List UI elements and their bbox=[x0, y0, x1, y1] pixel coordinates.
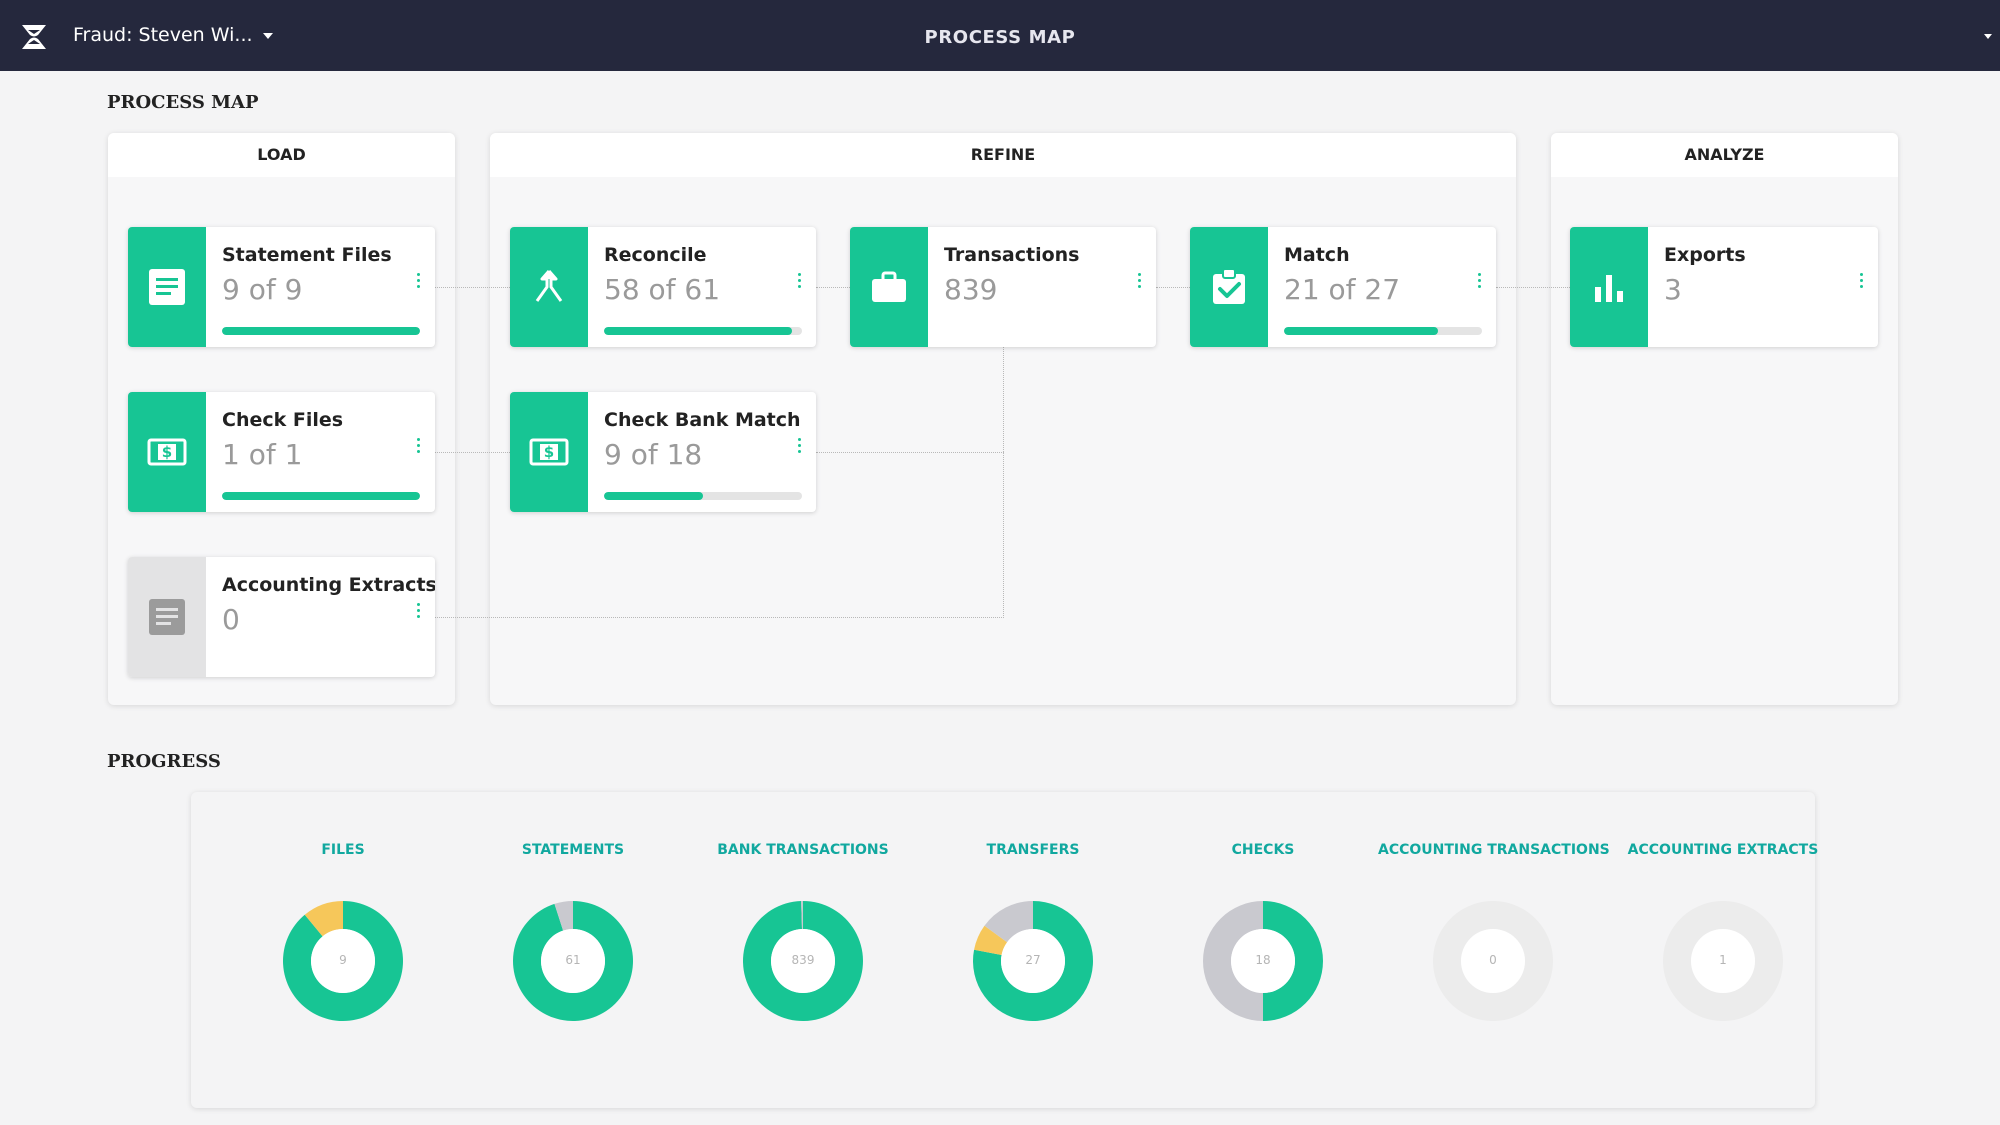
merge-icon bbox=[535, 270, 563, 302]
card-count: 0 bbox=[222, 603, 240, 636]
donut-label: ACCOUNTING EXTRACTS bbox=[1627, 842, 1819, 858]
donut-checks[interactable]: CHECKS 18 bbox=[1148, 792, 1378, 1108]
card-title: Match bbox=[1284, 244, 1350, 266]
card-accounting-extracts[interactable]: Accounting Extracts 0 bbox=[128, 557, 435, 677]
connector bbox=[434, 617, 1004, 618]
column-load-header: LOAD bbox=[108, 133, 455, 177]
connector bbox=[816, 287, 850, 288]
connector bbox=[1496, 287, 1570, 288]
card-title: Statement Files bbox=[222, 244, 392, 266]
donut-total: 1 bbox=[1719, 953, 1727, 967]
card-match[interactable]: Match 21 of 27 bbox=[1190, 227, 1496, 347]
donut-files[interactable]: FILES 9 bbox=[228, 792, 458, 1108]
donut-label: FILES bbox=[321, 842, 365, 858]
briefcase-icon bbox=[872, 271, 906, 302]
column-refine-header: REFINE bbox=[490, 133, 1516, 177]
more-vertical-icon[interactable] bbox=[417, 438, 421, 454]
card-transactions[interactable]: Transactions 839 bbox=[850, 227, 1156, 347]
progress-bar bbox=[604, 327, 802, 335]
document-icon bbox=[149, 599, 185, 635]
donut-total: 9 bbox=[339, 953, 347, 967]
card-title: Exports bbox=[1664, 244, 1746, 266]
more-vertical-icon[interactable] bbox=[1478, 273, 1482, 289]
process-map-heading: PROCESS MAP bbox=[107, 92, 259, 113]
card-count: 1 of 1 bbox=[222, 438, 303, 471]
card-title: Check Bank Match bbox=[604, 409, 801, 431]
progress-bar-fill bbox=[604, 327, 793, 335]
column-analyze-header: ANALYZE bbox=[1551, 133, 1898, 177]
bar-chart-icon bbox=[1595, 275, 1623, 302]
donut-label: BANK TRANSACTIONS bbox=[717, 842, 889, 858]
document-icon bbox=[149, 269, 185, 305]
caret-down-icon[interactable] bbox=[261, 31, 275, 41]
dollar-bill-icon: $ bbox=[529, 438, 569, 466]
progress-heading: PROGRESS bbox=[107, 751, 221, 772]
more-vertical-icon[interactable] bbox=[417, 603, 421, 619]
progress-bar bbox=[604, 492, 802, 500]
card-count: 9 of 9 bbox=[222, 273, 303, 306]
progress-bar-fill bbox=[222, 327, 420, 335]
donut-bank-transactions[interactable]: BANK TRANSACTIONS 839 bbox=[688, 792, 918, 1108]
progress-bar bbox=[222, 492, 420, 500]
donut-accounting-transactions[interactable]: ACCOUNTING TRANSACTIONS 0 bbox=[1378, 792, 1610, 1108]
more-vertical-icon[interactable] bbox=[417, 273, 421, 289]
donut-total: 27 bbox=[1025, 953, 1041, 967]
card-count: 839 bbox=[944, 273, 998, 306]
progress-bar-fill bbox=[1284, 327, 1439, 335]
more-vertical-icon[interactable] bbox=[1860, 273, 1864, 289]
donut-total: 61 bbox=[565, 953, 581, 967]
donut-statements[interactable]: STATEMENTS 61 bbox=[458, 792, 688, 1108]
donut-total: 18 bbox=[1255, 953, 1271, 967]
progress-bar-fill bbox=[604, 492, 703, 500]
connector bbox=[434, 287, 510, 288]
card-reconcile[interactable]: Reconcile 58 of 61 bbox=[510, 227, 816, 347]
donut-total: 0 bbox=[1489, 953, 1497, 967]
user-menu-caret-icon[interactable] bbox=[1983, 33, 1993, 41]
progress-bar bbox=[1284, 327, 1482, 335]
case-selector-label[interactable]: Fraud: Steven Wi... bbox=[73, 0, 253, 71]
progress-bar bbox=[222, 327, 420, 335]
card-check-files[interactable]: $ Check Files 1 of 1 bbox=[128, 392, 435, 512]
card-statement-files[interactable]: Statement Files 9 of 9 bbox=[128, 227, 435, 347]
donut-transfers[interactable]: TRANSFERS 27 bbox=[918, 792, 1148, 1108]
column-analyze: ANALYZE bbox=[1551, 133, 1898, 705]
more-vertical-icon[interactable] bbox=[798, 273, 802, 289]
svg-text:$: $ bbox=[162, 443, 172, 461]
more-vertical-icon[interactable] bbox=[1138, 273, 1142, 289]
donut-label: TRANSFERS bbox=[986, 842, 1080, 858]
donut-label: STATEMENTS bbox=[521, 842, 625, 858]
card-count: 9 of 18 bbox=[604, 438, 703, 471]
card-title: Reconcile bbox=[604, 244, 707, 266]
progress-bar-fill bbox=[222, 492, 420, 500]
page-title: PROCESS MAP bbox=[924, 27, 1076, 48]
card-exports[interactable]: Exports 3 bbox=[1570, 227, 1878, 347]
donut-label: CHECKS bbox=[1231, 842, 1295, 858]
progress-panel: FILES 9 STATEMENTS 61 BANK TRANSACTIONS … bbox=[191, 792, 1818, 1108]
card-title: Transactions bbox=[944, 244, 1080, 266]
connector bbox=[1003, 347, 1004, 618]
connector bbox=[434, 452, 510, 453]
card-count: 58 of 61 bbox=[604, 273, 721, 306]
card-title: Check Files bbox=[222, 409, 344, 431]
donut-label: ACCOUNTING TRANSACTIONS bbox=[1378, 842, 1610, 858]
top-bar: Fraud: Steven Wi... PROCESS MAP bbox=[0, 0, 2000, 71]
donut-total: 839 bbox=[791, 953, 815, 967]
dollar-bill-icon: $ bbox=[147, 438, 187, 466]
connector bbox=[1156, 287, 1190, 288]
donut-accounting-extracts[interactable]: ACCOUNTING EXTRACTS 1 bbox=[1608, 792, 1838, 1108]
more-vertical-icon[interactable] bbox=[798, 438, 802, 454]
card-count: 21 of 27 bbox=[1284, 273, 1401, 306]
connector bbox=[816, 452, 1004, 453]
app-logo-icon[interactable] bbox=[19, 22, 49, 52]
clipboard-check-icon bbox=[1213, 268, 1245, 304]
card-check-bank-match[interactable]: $ Check Bank Match 9 of 18 bbox=[510, 392, 816, 512]
svg-text:$: $ bbox=[544, 443, 554, 461]
card-count: 3 bbox=[1664, 273, 1682, 306]
card-title: Accounting Extracts bbox=[222, 574, 435, 596]
